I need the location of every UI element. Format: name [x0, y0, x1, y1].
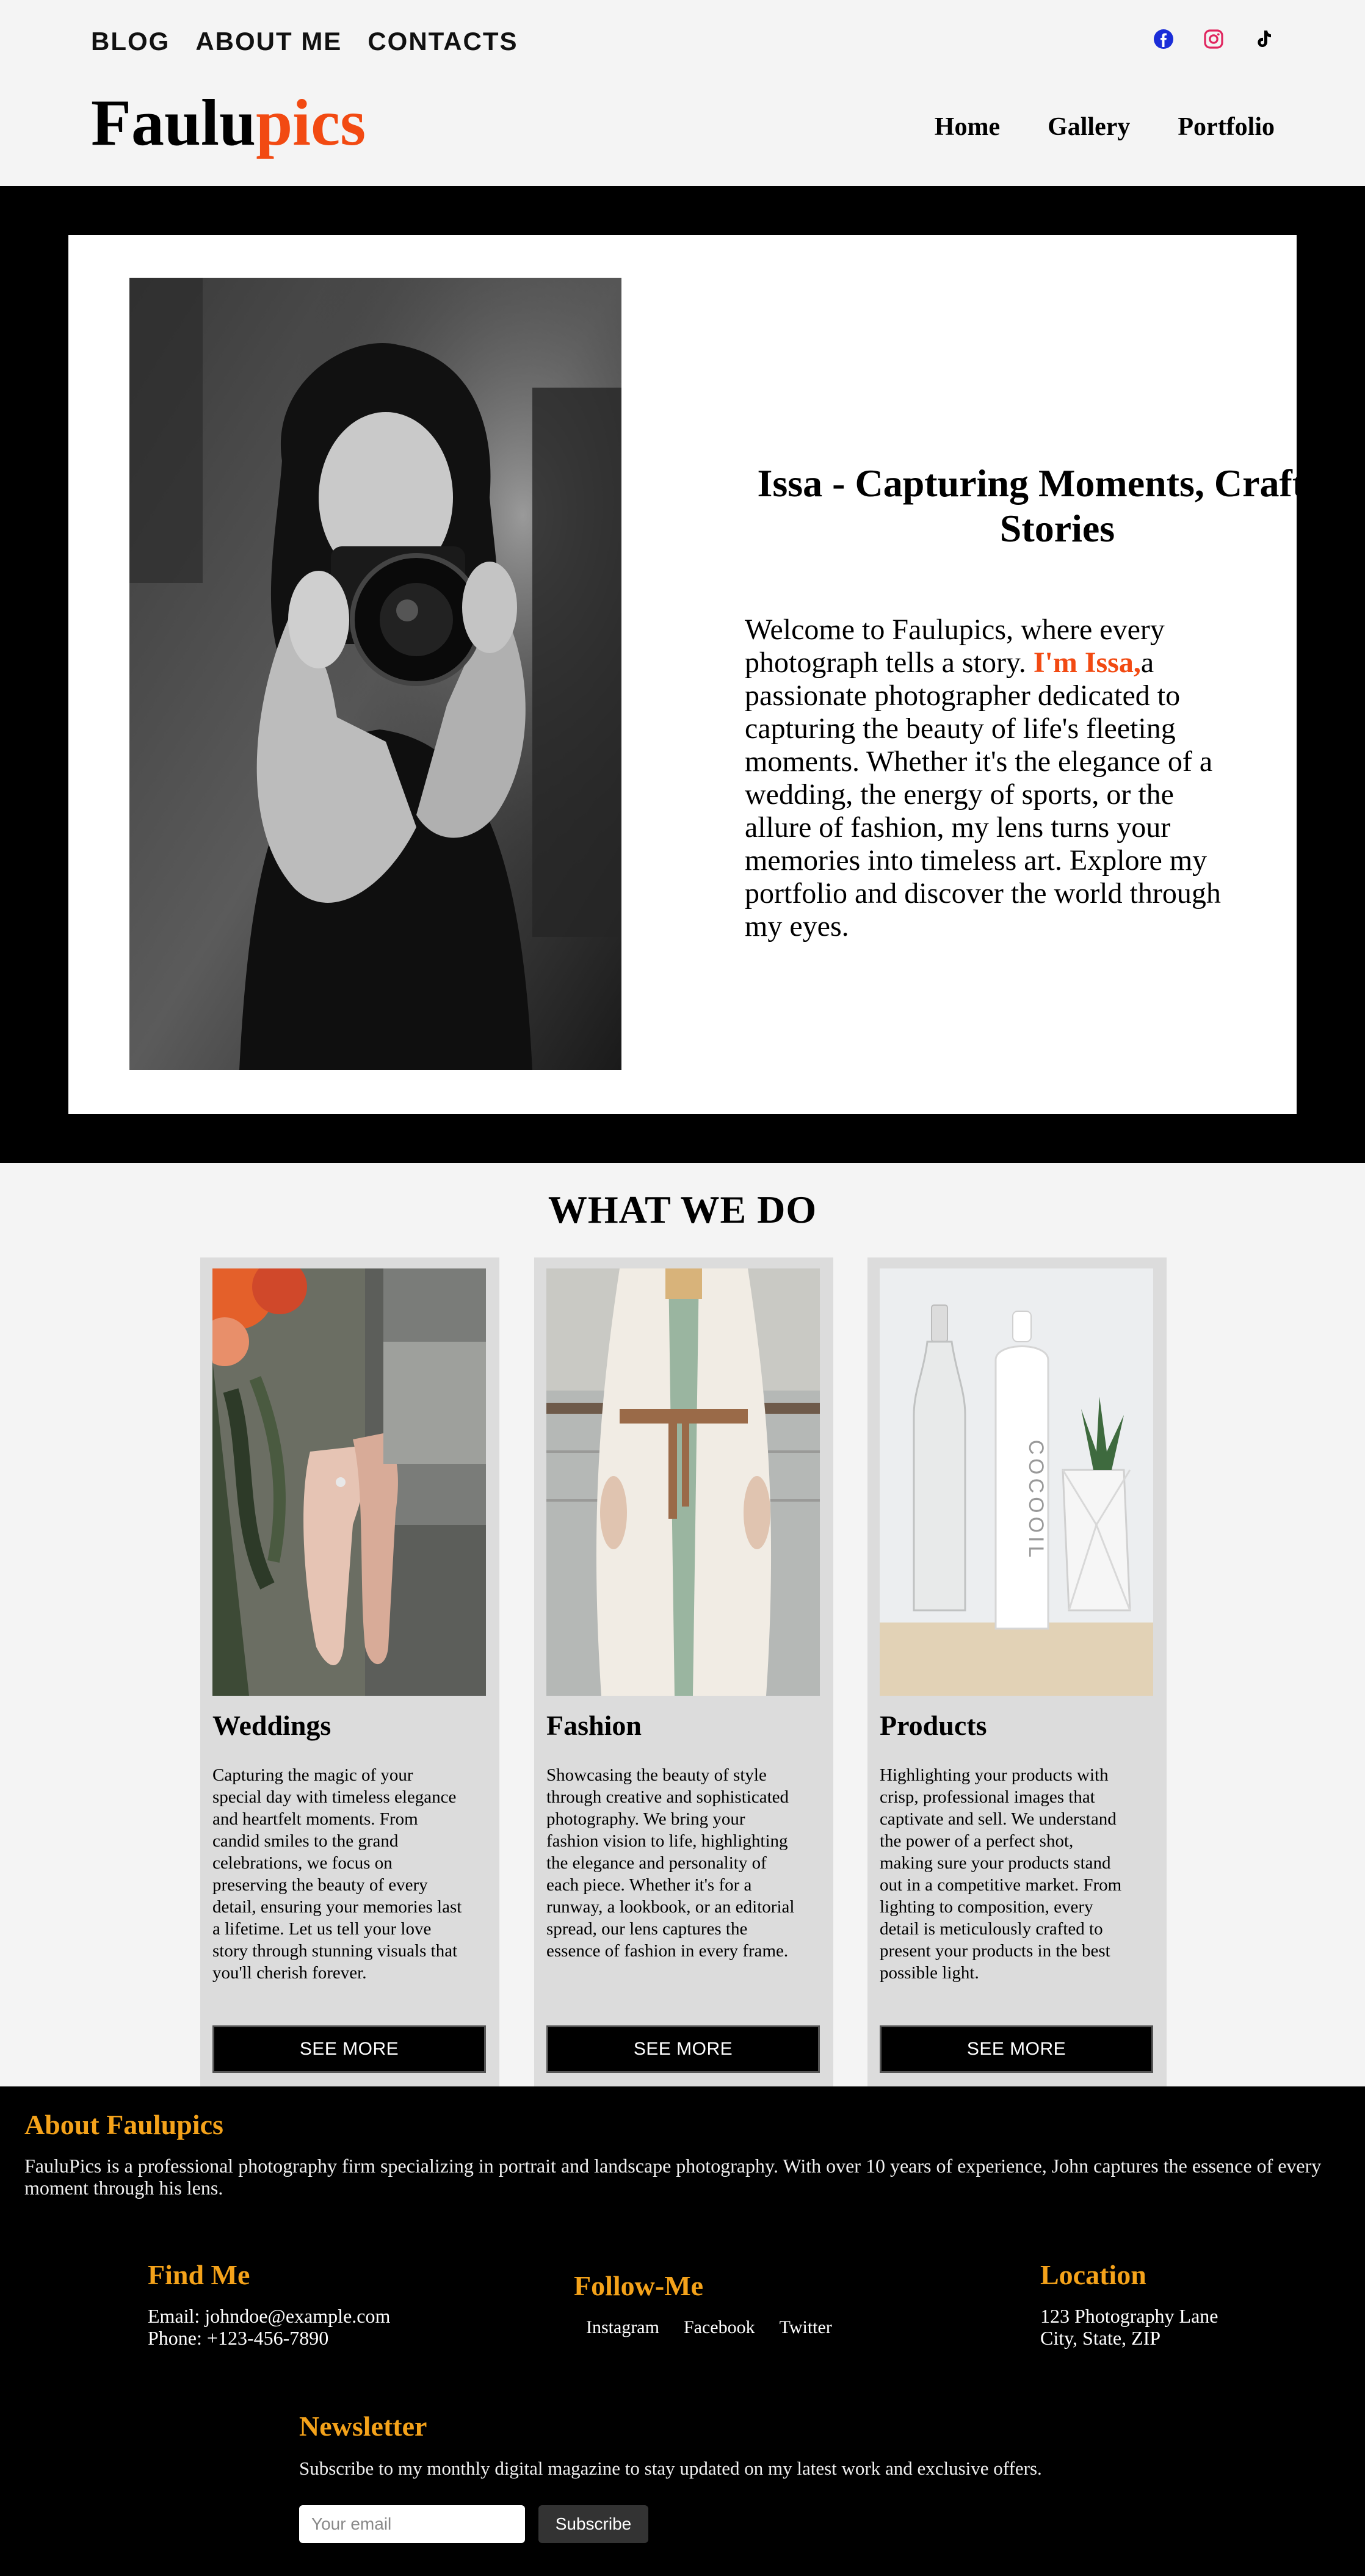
svg-text:COCOOIL: COCOOIL	[1024, 1440, 1048, 1561]
find-me-title: Find Me	[148, 2259, 250, 2290]
newsletter-text: Subscribe to my monthly digital magazine…	[299, 2458, 1042, 2479]
hero-highlight-name: I'm Issa,	[1033, 646, 1141, 679]
site-logo[interactable]: Faulupics	[91, 90, 366, 156]
contact-email: Email: johndoe@example.com	[148, 2305, 391, 2327]
contact-phone: Phone: +123-456-7890	[148, 2327, 329, 2349]
facebook-icon[interactable]	[1153, 28, 1175, 50]
about-title: About Faulupics	[24, 2109, 223, 2140]
follow-link-twitter[interactable]: Twitter	[780, 2317, 832, 2338]
hero-section: Issa - Capturing Moments, Crafting Stori…	[0, 186, 1365, 1163]
top-link-about-me[interactable]: ABOUT ME	[195, 27, 342, 56]
see-more-products-button[interactable]: SEE MORE	[880, 2025, 1153, 2073]
weddings-image	[212, 1268, 486, 1696]
newsletter-email-input[interactable]	[299, 2505, 525, 2543]
hero-title: Issa - Capturing Moments, Crafting Stori…	[757, 461, 1358, 550]
hero-text-part2: a passionate photographer dedicated to c…	[745, 646, 1221, 942]
products-image: COCOOIL	[880, 1268, 1153, 1696]
instagram-icon[interactable]	[1203, 28, 1225, 50]
follow-me-title: Follow-Me	[574, 2270, 704, 2301]
follow-links: Instagram Facebook Twitter	[586, 2317, 832, 2338]
social-links	[1153, 28, 1275, 50]
top-links: BLOG ABOUT ME CONTACTS	[91, 27, 518, 56]
address-line-2: City, State, ZIP	[1040, 2327, 1161, 2349]
fashion-image	[546, 1268, 820, 1696]
site-footer: About Faulupics FauluPics is a professio…	[0, 2086, 1365, 2576]
see-more-weddings-button[interactable]: SEE MORE	[212, 2025, 486, 2073]
service-card-fashion: Fashion Showcasing the beauty of style t…	[534, 1257, 833, 2088]
service-card-products: COCOOIL Products Highlighting your produ…	[867, 1257, 1167, 2088]
nav-gallery[interactable]: Gallery	[1048, 112, 1130, 142]
nav-home[interactable]: Home	[935, 112, 1000, 142]
address-line-1: 123 Photography Lane	[1040, 2305, 1218, 2327]
service-card-weddings: Weddings Capturing the magic of your spe…	[200, 1257, 499, 2088]
newsletter-title: Newsletter	[299, 2411, 427, 2442]
card-desc-weddings: Capturing the magic of your special day …	[212, 1765, 462, 1983]
hero-card: Issa - Capturing Moments, Crafting Stori…	[68, 235, 1358, 1114]
logo-accent-text: pics	[256, 87, 366, 159]
follow-link-facebook[interactable]: Facebook	[684, 2317, 755, 2338]
services-title: WHAT WE DO	[548, 1188, 817, 1231]
follow-link-instagram[interactable]: Instagram	[586, 2317, 659, 2338]
card-title-products: Products	[880, 1710, 987, 1741]
main-nav: Home Gallery Portfolio	[935, 112, 1275, 142]
card-desc-products: Highlighting your products with crisp, p…	[880, 1765, 1122, 1983]
see-more-fashion-button[interactable]: SEE MORE	[546, 2025, 820, 2073]
about-text: FauluPics is a professional photography …	[24, 2155, 1322, 2199]
subscribe-button[interactable]: Subscribe	[538, 2505, 648, 2543]
hero-photographer-image	[129, 278, 621, 1070]
card-title-fashion: Fashion	[546, 1710, 642, 1741]
location-title: Location	[1040, 2259, 1146, 2290]
top-link-contacts[interactable]: CONTACTS	[368, 27, 518, 56]
tiktok-icon[interactable]	[1253, 28, 1275, 50]
card-desc-fashion: Showcasing the beauty of style through c…	[546, 1765, 795, 1961]
card-title-weddings: Weddings	[212, 1710, 331, 1741]
site-header: BLOG ABOUT ME CONTACTS Faulupics Home Ga…	[0, 0, 1365, 186]
hero-intro-text: Welcome to Faulupics, where every photog…	[745, 613, 1239, 943]
top-link-blog[interactable]: BLOG	[91, 27, 170, 56]
nav-portfolio[interactable]: Portfolio	[1178, 112, 1275, 142]
logo-main-text: Faulu	[91, 87, 256, 159]
